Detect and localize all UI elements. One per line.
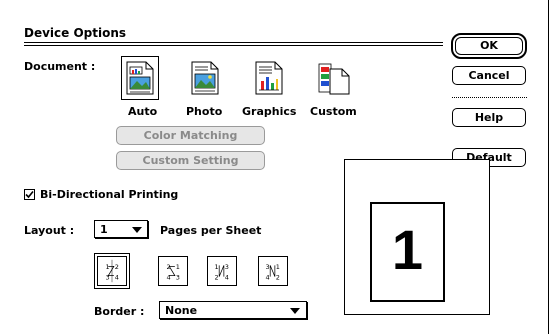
button-separator [452, 97, 527, 98]
doc-type-graphics-label: Graphics [242, 105, 297, 118]
doc-type-photo-label: Photo [186, 105, 223, 118]
custom-setting-button[interactable]: Custom Setting [116, 151, 265, 170]
photo-document-icon[interactable] [191, 61, 219, 95]
svg-text:1: 1 [105, 263, 109, 271]
border-popup[interactable]: None [159, 301, 307, 319]
document-label: Document : [24, 60, 96, 73]
cancel-button[interactable]: Cancel [452, 66, 526, 85]
doc-type-custom-label: Custom [310, 105, 357, 118]
bidirectional-checkbox[interactable] [24, 189, 35, 200]
doc-type-auto-label: Auto [128, 105, 158, 118]
svg-text:2: 2 [215, 273, 219, 281]
order-tile-2[interactable]: 21 43 [158, 256, 188, 286]
svg-text:3: 3 [176, 273, 180, 281]
svg-text:2: 2 [115, 263, 119, 271]
pages-per-sheet-value: 1 [100, 223, 108, 236]
device-options-dialog: Device Options OK Cancel Help Default Do… [0, 0, 549, 334]
layout-label: Layout : [24, 224, 75, 237]
checkmark-icon [25, 190, 34, 199]
order-tile-3[interactable]: 13 24 [207, 256, 237, 286]
order-tile-4[interactable]: 31 42 [258, 256, 288, 286]
help-button[interactable]: Help [452, 108, 526, 127]
svg-text:4: 4 [225, 273, 229, 281]
graphics-document-icon[interactable] [255, 61, 283, 95]
svg-text:4: 4 [166, 273, 170, 281]
svg-text:3: 3 [225, 263, 229, 271]
color-matching-button[interactable]: Color Matching [116, 126, 265, 145]
auto-document-icon[interactable] [126, 61, 154, 95]
svg-text:1: 1 [276, 263, 280, 271]
group-divider [24, 42, 443, 46]
popup-arrow-icon [290, 308, 300, 314]
svg-text:1: 1 [176, 263, 180, 271]
pages-per-sheet-label: Pages per Sheet [160, 224, 262, 237]
bidirectional-label[interactable]: Bi-Directional Printing [40, 188, 178, 201]
svg-text:2: 2 [276, 273, 280, 281]
order-tile-1[interactable]: 12 34 [94, 253, 130, 289]
border-label: Border : [94, 305, 145, 318]
pages-per-sheet-popup[interactable]: 1 [94, 220, 148, 238]
custom-document-icon[interactable] [318, 61, 350, 95]
svg-text:4: 4 [115, 273, 119, 281]
svg-text:3: 3 [266, 263, 270, 271]
border-value: None [165, 304, 198, 317]
preview-page-number: 1 [391, 218, 424, 281]
svg-text:1: 1 [215, 263, 219, 271]
group-title: Device Options [24, 26, 127, 40]
svg-text:4: 4 [266, 273, 270, 281]
ok-button[interactable]: OK [451, 33, 527, 59]
popup-arrow-icon [132, 227, 142, 233]
